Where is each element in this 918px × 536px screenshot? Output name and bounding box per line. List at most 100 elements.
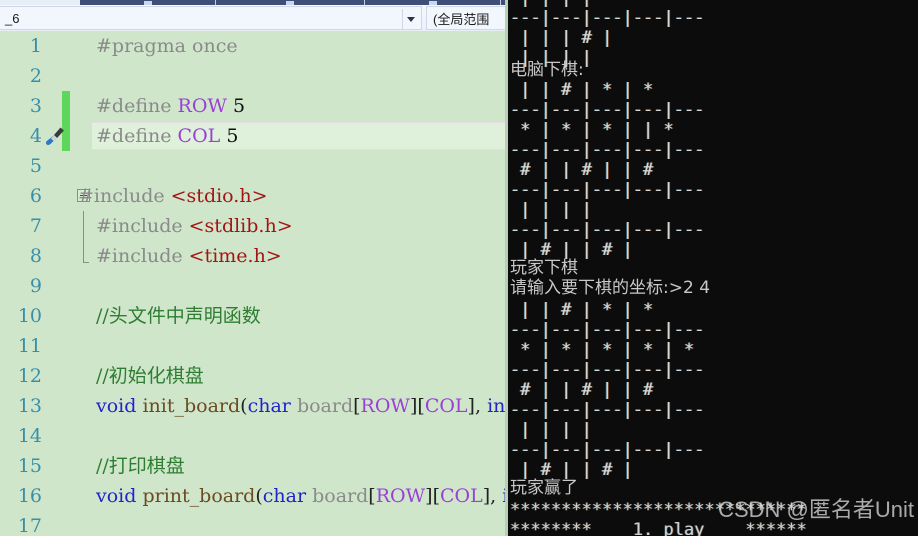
console-board-line: | # | | # | <box>510 460 644 480</box>
code-token: void <box>96 395 137 417</box>
member-dropdown-value: (全局范围 <box>433 11 490 27</box>
console-board-line: ---|---|---|---|--- <box>510 100 705 120</box>
console-board-line: | | # | * | * <box>510 80 664 100</box>
line-number: 13 <box>17 395 42 417</box>
code-token: <stdlib.h> <box>188 215 293 237</box>
code-token: #define <box>96 125 178 147</box>
console-board-line: | # | | # | <box>510 240 644 260</box>
console-board-line: ******** 1. play ****** <box>510 520 807 536</box>
code-token: board <box>296 395 354 417</box>
console-board-line: ---|---|---|---|--- <box>510 180 705 200</box>
line-number: 17 <box>17 515 42 536</box>
line-number: 4 <box>29 125 42 147</box>
divider <box>402 9 403 29</box>
code-token: #include <box>96 215 189 237</box>
code-token: ROW <box>360 395 410 417</box>
console-text-container: | | | | ---|---|---|---|--- | | | # | | … <box>508 0 918 536</box>
fold-guide-line <box>83 241 89 263</box>
code-token: , <box>474 395 488 417</box>
console-board-line: | | | | <box>510 0 602 8</box>
code-text: #include <stdio.h> <box>78 181 268 211</box>
console-board-line: ---|---|---|---|--- <box>510 400 705 420</box>
code-token: init_board <box>142 395 241 417</box>
code-token: void <box>96 485 137 507</box>
code-text: #include <stdlib.h> <box>96 211 293 241</box>
line-number: 5 <box>29 155 42 177</box>
fold-guide-line <box>83 211 84 241</box>
code-token: #pragma once <box>96 35 238 57</box>
code-token: #include <box>96 245 189 267</box>
code-token: #define <box>96 95 178 117</box>
code-token: //头文件中声明函数 <box>96 305 261 327</box>
console-board-line: # | | # | | # <box>510 380 664 400</box>
code-token: [ <box>417 395 425 417</box>
console-board-line: ---|---|---|---|--- <box>510 360 705 380</box>
console-board-line: | | # | * | * <box>510 300 664 320</box>
line-number: 3 <box>29 95 42 117</box>
console-board-line: ---|---|---|---|--- <box>510 8 705 28</box>
code-token: board <box>312 485 369 507</box>
line-number: 15 <box>17 455 42 477</box>
console-output-window[interactable]: | | | | ---|---|---|---|--- | | | # | | … <box>508 0 918 536</box>
code-token: <stdio.h> <box>170 185 268 207</box>
code-token: COL <box>177 125 221 147</box>
code-text: //初始化棋盘 <box>96 361 204 391</box>
console-board-line: # | | # | | # <box>510 160 664 180</box>
unsaved-change-bar <box>62 91 70 121</box>
line-number: 10 <box>17 305 42 327</box>
line-number: 1 <box>29 35 42 57</box>
console-board-line: | | | | <box>510 420 603 440</box>
code-token: ] <box>467 395 475 417</box>
code-token: [ <box>432 485 440 507</box>
console-message-line: 请输入要下棋的坐标:>2 4 <box>510 278 711 298</box>
code-text: //头文件中声明函数 <box>96 301 261 331</box>
console-board-line: ---|---|---|---|--- <box>510 440 705 460</box>
code-token: <time.h> <box>188 245 282 267</box>
line-number: 12 <box>17 365 42 387</box>
console-message-line: 玩家下棋 <box>510 258 578 278</box>
console-message-line: 电脑下棋: <box>510 60 584 80</box>
code-text: #include <time.h> <box>96 241 282 271</box>
line-number: 9 <box>29 275 42 297</box>
code-token: ( <box>240 395 248 417</box>
code-text: #pragma once <box>96 31 238 61</box>
code-token: #include <box>78 185 171 207</box>
line-number: 2 <box>29 65 42 87</box>
code-text: #define ROW 5 <box>96 91 245 121</box>
line-number: 14 <box>17 425 42 447</box>
code-token: ROW <box>177 95 227 117</box>
code-token: ROW <box>375 485 426 507</box>
code-text: #define COL 5 <box>96 121 238 151</box>
console-board-line: | | | | <box>510 200 603 220</box>
code-token: COL <box>424 395 468 417</box>
console-board-line: * | * | * | * | * <box>510 340 705 360</box>
code-token: ( <box>255 485 263 507</box>
line-number: 7 <box>29 215 42 237</box>
code-token: 5 <box>226 125 239 147</box>
code-token: 5 <box>233 95 246 117</box>
line-number: 11 <box>17 335 42 357</box>
screwdriver-icon[interactable] <box>44 125 66 147</box>
console-board-line: ***************************** <box>510 500 807 520</box>
line-number: 8 <box>29 245 42 267</box>
code-token: //打印棋盘 <box>96 455 185 477</box>
code-token: //初始化棋盘 <box>96 365 204 387</box>
application-window: _6 (全局范围 1 #pragma once 2 3 #define ROW 5 4 #d… <box>0 0 918 536</box>
code-token: COL <box>439 485 483 507</box>
console-board-line: ---|---|---|---|--- <box>510 140 705 160</box>
chevron-down-icon[interactable] <box>407 17 415 22</box>
console-board-line: ---|---|---|---|--- <box>510 320 705 340</box>
console-board-line: * | * | * | | * <box>510 120 684 140</box>
code-text: //打印棋盘 <box>96 451 185 481</box>
scope-dropdown-value: _6 <box>5 10 20 26</box>
line-number: 6 <box>29 185 42 207</box>
scope-dropdown[interactable]: _6 <box>0 6 422 30</box>
console-board-line: | | | # | <box>510 28 623 48</box>
code-token: char <box>262 485 307 507</box>
code-token: [ <box>353 395 361 417</box>
code-token: print_board <box>142 485 256 507</box>
code-token: ] <box>425 485 433 507</box>
code-token: char <box>247 395 291 417</box>
code-token: , <box>490 485 503 507</box>
line-number: 16 <box>17 485 42 507</box>
